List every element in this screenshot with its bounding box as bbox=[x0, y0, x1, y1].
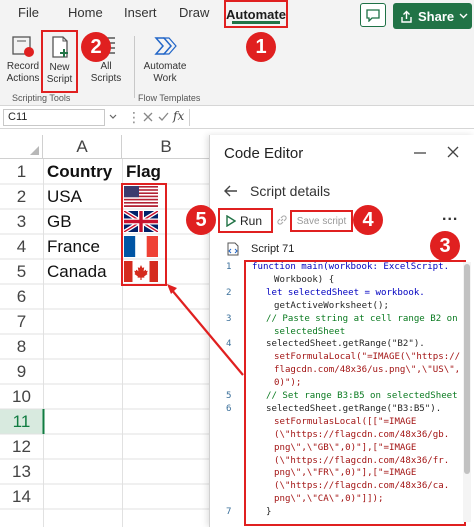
record-actions-line2: Actions bbox=[6, 73, 40, 84]
line-number: 7 bbox=[226, 507, 232, 518]
cell-a1[interactable]: Country bbox=[43, 159, 122, 184]
cell-value: USA bbox=[47, 186, 82, 206]
link-icon bbox=[277, 215, 287, 225]
code-scrollbar[interactable] bbox=[463, 262, 471, 522]
comment-icon bbox=[366, 8, 380, 22]
cell-value: France bbox=[47, 236, 100, 256]
line-number: 3 bbox=[226, 313, 232, 324]
ribbon: Record Actions New Script All Scripts Au… bbox=[0, 30, 474, 106]
chevron-down-icon[interactable] bbox=[109, 114, 117, 120]
formula-input[interactable] bbox=[192, 109, 472, 127]
cell-value: Flag bbox=[126, 161, 161, 181]
save-script-button[interactable]: Save script bbox=[290, 210, 353, 232]
more-options-icon[interactable]: ... bbox=[442, 207, 458, 225]
record-actions-line1: Record bbox=[6, 61, 40, 72]
line-number: 6 bbox=[226, 403, 232, 414]
code-highlight-box bbox=[244, 260, 466, 526]
cancel-icon[interactable] bbox=[143, 112, 153, 122]
column-header-label: B bbox=[160, 136, 172, 156]
automate-work-button[interactable]: Automate Work bbox=[140, 34, 190, 85]
record-icon bbox=[12, 36, 34, 57]
step-badge-4: 4 bbox=[353, 205, 383, 235]
line-number: 5 bbox=[226, 391, 232, 401]
step-badge-1: 1 bbox=[246, 32, 276, 62]
new-script-line1: New bbox=[49, 62, 70, 73]
formula-separator-dots: ⋮ bbox=[127, 109, 141, 125]
tab-automate-label: Automate bbox=[226, 6, 286, 22]
code-editor-pane: Code Editor Script details Run Save scri… bbox=[209, 135, 474, 527]
code-scrollbar-thumb[interactable] bbox=[464, 264, 470, 474]
share-icon bbox=[401, 10, 412, 23]
script-details-heading: Script details bbox=[250, 183, 331, 199]
function-icon[interactable]: fx bbox=[173, 109, 184, 123]
automate-work-line2: Work bbox=[153, 73, 177, 84]
pane-title: Code Editor bbox=[224, 145, 304, 162]
formula-divider bbox=[189, 109, 190, 126]
corner-triangle-icon bbox=[30, 146, 39, 155]
step-badge-3: 3 bbox=[430, 231, 460, 261]
select-all-corner[interactable] bbox=[0, 135, 43, 159]
line-number: 1 bbox=[226, 262, 232, 272]
chevron-down-icon bbox=[459, 13, 468, 19]
step-badge-2: 2 bbox=[81, 32, 111, 62]
new-script-button[interactable]: New Script bbox=[41, 30, 78, 93]
tab-automate[interactable]: Automate bbox=[224, 0, 288, 28]
group-label-scripting-tools: Scripting Tools bbox=[12, 93, 71, 103]
run-button[interactable]: Run bbox=[218, 208, 273, 233]
line-number: 4 bbox=[226, 339, 232, 350]
minimize-icon[interactable] bbox=[413, 147, 427, 159]
tab-home[interactable]: Home bbox=[68, 5, 103, 20]
name-box-value: C11 bbox=[8, 111, 28, 123]
new-script-icon bbox=[51, 36, 68, 58]
badge-number: 5 bbox=[195, 208, 207, 231]
share-button[interactable]: Share bbox=[393, 3, 472, 29]
cell-value: GB bbox=[47, 211, 72, 231]
enter-icon[interactable] bbox=[158, 112, 169, 122]
tab-insert[interactable]: Insert bbox=[124, 5, 157, 20]
script-file-icon bbox=[227, 242, 239, 256]
back-arrow-icon[interactable] bbox=[224, 185, 238, 197]
name-box[interactable]: C11 bbox=[3, 109, 105, 126]
run-label: Run bbox=[240, 213, 263, 228]
automate-work-line1: Automate bbox=[143, 61, 187, 72]
step-badge-5: 5 bbox=[186, 205, 216, 235]
close-icon[interactable] bbox=[447, 146, 459, 158]
cell-a4[interactable]: France bbox=[43, 234, 122, 259]
badge-number: 2 bbox=[90, 35, 102, 58]
cell-b1[interactable]: Flag bbox=[122, 159, 202, 184]
ribbon-separator bbox=[134, 36, 135, 98]
tab-draw[interactable]: Draw bbox=[179, 5, 209, 20]
cell-a5[interactable]: Canada bbox=[43, 259, 122, 284]
cell-value: Country bbox=[47, 161, 113, 181]
play-icon bbox=[226, 214, 236, 227]
all-scripts-line1: All bbox=[100, 61, 112, 72]
cell-a3[interactable]: GB bbox=[43, 209, 122, 234]
share-label: Share bbox=[418, 8, 455, 24]
save-script-label: Save script bbox=[296, 215, 347, 227]
line-number: 2 bbox=[226, 287, 232, 298]
all-scripts-line2: Scripts bbox=[90, 73, 122, 84]
power-automate-icon bbox=[154, 37, 177, 55]
group-label-flow-templates: Flow Templates bbox=[138, 93, 201, 103]
new-script-line2: Script bbox=[46, 74, 73, 85]
tab-file[interactable]: File bbox=[18, 5, 39, 20]
badge-number: 1 bbox=[255, 35, 267, 58]
column-header-label: A bbox=[76, 136, 88, 156]
column-header-b[interactable]: B bbox=[122, 135, 210, 159]
record-actions-button[interactable]: Record Actions bbox=[6, 34, 40, 85]
script-name: Script 71 bbox=[251, 243, 295, 255]
flags-highlight-box bbox=[121, 183, 167, 286]
comments-button[interactable] bbox=[360, 3, 386, 27]
formula-bar: C11 ⋮ fx bbox=[0, 107, 474, 129]
badge-number: 3 bbox=[439, 234, 451, 257]
ribbon-tab-bar: File Home Insert Draw Automate Share bbox=[0, 0, 474, 30]
cell-a2[interactable]: USA bbox=[43, 184, 122, 209]
active-tab-underline bbox=[232, 21, 280, 24]
badge-number: 4 bbox=[362, 208, 374, 231]
column-header-a[interactable]: A bbox=[43, 135, 122, 159]
cell-value: Canada bbox=[47, 261, 107, 281]
